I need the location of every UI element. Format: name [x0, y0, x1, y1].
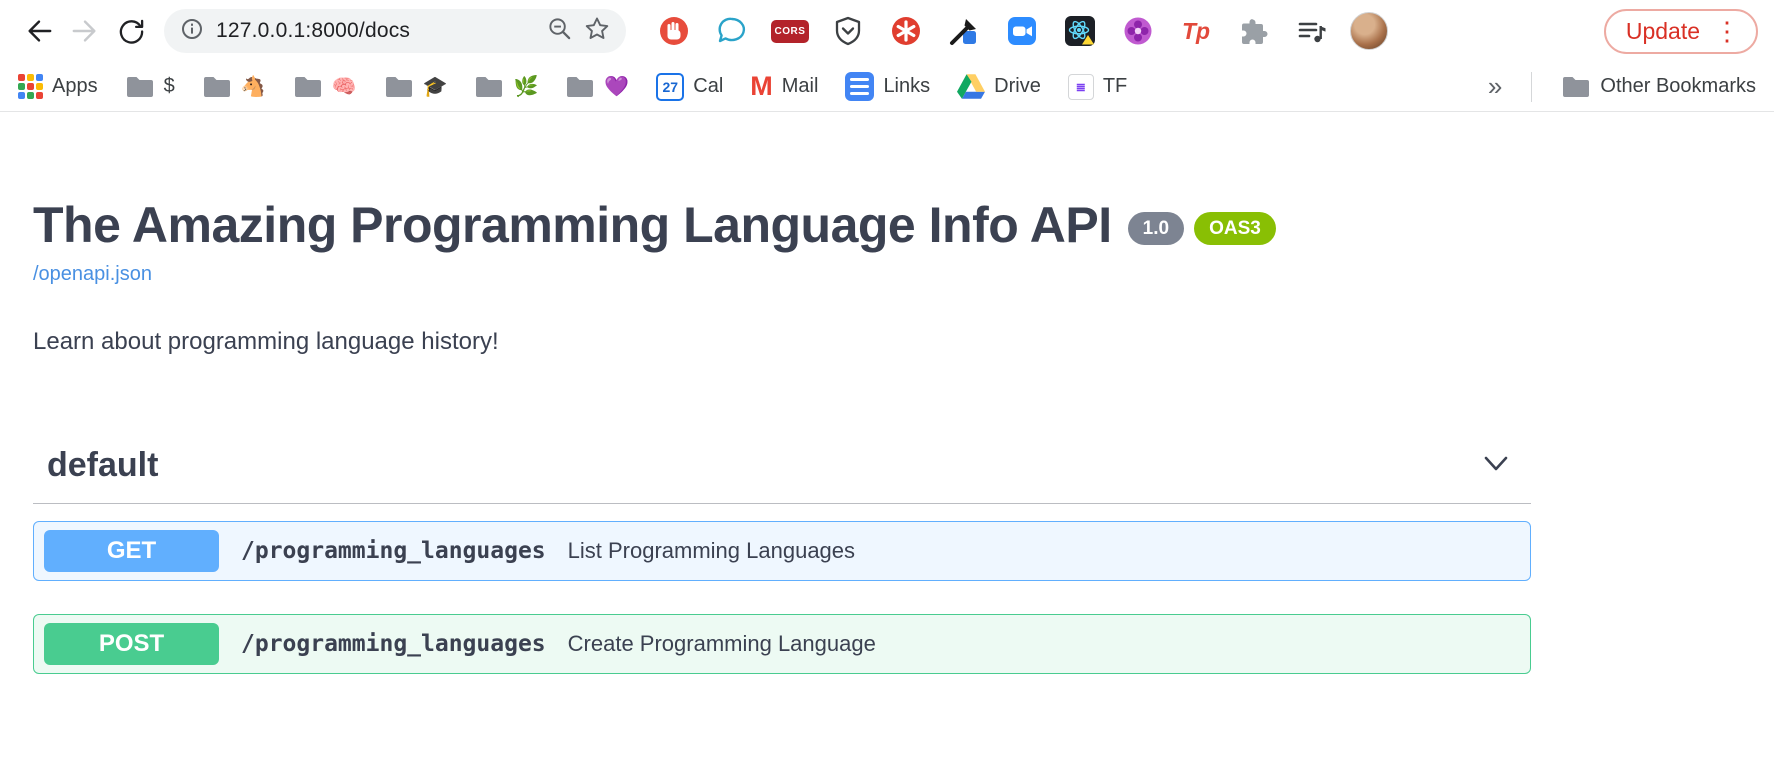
red-asterisk-icon[interactable]: [890, 15, 922, 47]
react-devtools-icon[interactable]: [1064, 15, 1096, 47]
bookmark-folder-grad[interactable]: 🎓: [384, 74, 448, 99]
chat-bubble-icon[interactable]: [716, 15, 748, 47]
bookmark-label: Apps: [52, 75, 98, 98]
bookmarks-bar: Apps $ 🐴 🧠 🎓 🌿 💜 27 Cal M Mail Links: [0, 62, 1774, 112]
zoom-video-icon[interactable]: [1006, 15, 1038, 47]
url-text[interactable]: 127.0.0.1:8000/docs: [216, 19, 535, 43]
endpoint-summary: List Programming Languages: [568, 538, 855, 564]
apps-grid-icon: [18, 74, 43, 99]
drive-icon: [957, 74, 985, 99]
music-queue-icon[interactable]: [1296, 15, 1328, 47]
version-badge: 1.0: [1128, 212, 1184, 245]
bookmark-folder-dollar[interactable]: $: [125, 75, 175, 99]
gmail-icon: M: [750, 73, 773, 100]
bookmark-other-bookmarks[interactable]: Other Bookmarks: [1561, 75, 1756, 99]
reload-icon[interactable]: [108, 8, 154, 54]
tp-label: Tp: [1182, 18, 1210, 45]
calendar-day: 27: [662, 79, 678, 95]
address-bar[interactable]: 127.0.0.1:8000/docs: [164, 9, 626, 53]
bookmark-label: 🧠: [332, 74, 357, 99]
swagger-page: The Amazing Programming Language Info AP…: [0, 198, 1774, 674]
endpoint-get-programming-languages[interactable]: GET /programming_languages List Programm…: [33, 521, 1531, 581]
tf-icon: ≣: [1068, 74, 1094, 100]
bookmark-label: TF: [1103, 75, 1127, 98]
bookmark-label: Links: [883, 75, 930, 98]
site-info-icon[interactable]: [180, 17, 204, 46]
oas3-badge: OAS3: [1194, 212, 1276, 245]
cors-label: CORS: [771, 20, 810, 43]
bookmark-folder-herb[interactable]: 🌿: [474, 74, 538, 99]
folder-icon: [1561, 75, 1591, 99]
endpoint-summary: Create Programming Language: [568, 631, 876, 657]
api-title-row: The Amazing Programming Language Info AP…: [33, 198, 1774, 253]
calendar-icon: 27: [656, 73, 684, 101]
default-section: default GET /programming_languages List …: [33, 436, 1531, 674]
update-label: Update: [1626, 18, 1700, 45]
puzzle-extensions-icon[interactable]: [1238, 15, 1270, 47]
bookmark-star-icon[interactable]: [584, 16, 610, 47]
bookmark-tf[interactable]: ≣ TF: [1068, 74, 1127, 100]
bookmark-label: 🌿: [513, 74, 538, 99]
bookmark-label: Cal: [693, 75, 723, 98]
section-title: default: [47, 446, 158, 485]
color-picker-icon[interactable]: [948, 15, 980, 47]
overflow-chevron-icon[interactable]: »: [1488, 71, 1502, 102]
folder-icon: [125, 75, 155, 99]
privacy-shield-icon[interactable]: [832, 15, 864, 47]
section-header[interactable]: default: [33, 436, 1531, 504]
bookmark-label: 🐴: [241, 74, 266, 99]
bookmark-mail[interactable]: M Mail: [750, 73, 818, 100]
method-badge: POST: [44, 623, 219, 665]
method-badge: GET: [44, 530, 219, 572]
openapi-spec-link[interactable]: /openapi.json: [33, 263, 152, 286]
browser-toolbar: 127.0.0.1:8000/docs CORS: [0, 0, 1774, 62]
stop-hand-icon[interactable]: [658, 15, 690, 47]
bookmark-calendar[interactable]: 27 Cal: [656, 73, 723, 101]
profile-avatar[interactable]: [1350, 12, 1388, 50]
bookmark-label: $: [164, 75, 175, 98]
update-button[interactable]: Update ⋮: [1604, 9, 1758, 54]
bookmark-label: Drive: [994, 75, 1041, 98]
extensions-row: CORS Tp: [658, 15, 1328, 47]
forward-icon[interactable]: [62, 8, 108, 54]
bookmark-label: Other Bookmarks: [1600, 75, 1756, 98]
endpoint-post-programming-languages[interactable]: POST /programming_languages Create Progr…: [33, 614, 1531, 674]
browser-menu-icon[interactable]: ⋮: [1714, 18, 1740, 44]
bookmark-folder-brain[interactable]: 🧠: [293, 74, 357, 99]
bookmarks-separator: [1531, 72, 1532, 102]
bookmark-apps[interactable]: Apps: [18, 74, 98, 99]
bookmark-links[interactable]: Links: [845, 72, 930, 101]
endpoint-path: /programming_languages: [241, 631, 546, 657]
folder-icon: [293, 75, 323, 99]
folder-icon: [565, 75, 595, 99]
page-title: The Amazing Programming Language Info AP…: [33, 198, 1112, 253]
bookmark-label: 🎓: [423, 74, 448, 99]
bookmark-drive[interactable]: Drive: [957, 74, 1041, 99]
zoom-out-icon[interactable]: [547, 16, 572, 46]
purple-flower-icon[interactable]: [1122, 15, 1154, 47]
folder-icon: [202, 75, 232, 99]
links-icon: [845, 72, 874, 101]
api-badges: 1.0 OAS3: [1128, 212, 1276, 245]
api-description: Learn about programming language history…: [33, 328, 1774, 356]
chevron-down-icon[interactable]: [1481, 448, 1511, 483]
tp-icon[interactable]: Tp: [1180, 15, 1212, 47]
cors-icon[interactable]: CORS: [774, 15, 806, 47]
bookmark-label: 💜: [604, 74, 629, 99]
bookmark-folder-horse[interactable]: 🐴: [202, 74, 266, 99]
bookmark-folder-heart[interactable]: 💜: [565, 74, 629, 99]
bookmark-label: Mail: [782, 75, 819, 98]
folder-icon: [474, 75, 504, 99]
endpoint-path: /programming_languages: [241, 538, 546, 564]
back-icon[interactable]: [16, 8, 62, 54]
folder-icon: [384, 75, 414, 99]
